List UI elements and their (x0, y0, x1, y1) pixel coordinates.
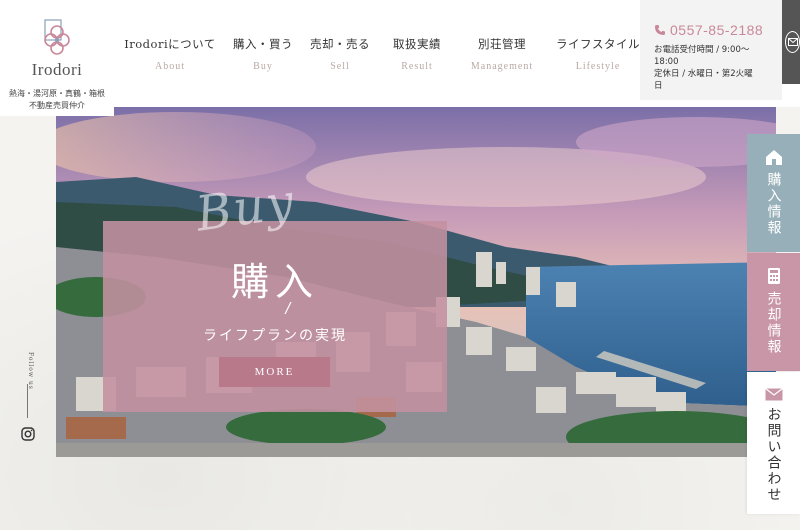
side-tab-contact[interactable]: お問い合わせ (747, 372, 800, 514)
nav-item-buy[interactable]: 購入・買う Buy (226, 36, 300, 76)
nav-label: 別荘管理 (478, 37, 526, 51)
business-hours: お電話受付時間 / 9:00〜 18:00 定休日 / 水曜日・第2火曜 日 (654, 44, 772, 92)
hero-title: 購入 (230, 260, 319, 304)
nav-sublabel: Buy (253, 61, 273, 72)
logo[interactable]: Irodori 熱海・湯河原・真鶴・箱根 不動産売買仲介 (0, 0, 114, 116)
phone-icon (655, 25, 665, 35)
hours-line: 18:00 (654, 57, 679, 67)
side-tab-sell-label: 売却情報 (765, 291, 782, 355)
header-mail-button[interactable] (782, 0, 800, 84)
nav-item-management[interactable]: 別荘管理 Management (454, 36, 550, 76)
side-tab-sell[interactable]: 売却情報 (747, 253, 800, 371)
logo-text: Irodori (31, 60, 83, 79)
follow-label: Follow us (27, 352, 34, 390)
nav-sublabel: Management (470, 61, 534, 72)
hero-card: 購入 ライフプランの実現 MORE (103, 221, 447, 412)
tagline-line2: 不動産売買仲介 (29, 101, 85, 110)
side-tab-buy-label: 購入情報 (765, 172, 782, 236)
nav-label: 売却・売る (310, 37, 370, 51)
nav-item-about[interactable]: Irodoriについて About (114, 36, 226, 76)
slash-divider (284, 301, 292, 315)
follow-divider (27, 384, 28, 418)
house-icon (765, 150, 782, 165)
logo-tagline: 熱海・湯河原・真鶴・箱根 不動産売買仲介 (9, 88, 105, 112)
nav-item-result[interactable]: 取扱実績 Result (380, 36, 454, 76)
global-nav: Irodoriについて About 購入・買う Buy 売却・売る Sell 取… (114, 36, 646, 76)
nav-sublabel: Sell (330, 61, 350, 72)
nav-sublabel: Result (401, 61, 433, 72)
more-button[interactable]: MORE (219, 357, 330, 387)
nav-item-lifestyle[interactable]: ライフスタイル Lifestyle (550, 36, 646, 76)
mail-icon (785, 31, 800, 53)
header-contact: 0557-85-2188 お電話受付時間 / 9:00〜 18:00 定休日 /… (640, 0, 782, 100)
hours-line: 日 (654, 81, 663, 91)
nav-label: 取扱実績 (393, 37, 441, 51)
nav-label: ライフスタイル (556, 37, 640, 51)
side-tab-contact-label: お問い合わせ (765, 407, 782, 503)
hours-line: お電話受付時間 / 9:00〜 (654, 45, 750, 55)
nav-sublabel: Lifestyle (575, 61, 621, 72)
logo-flower-icon (44, 19, 70, 55)
hero-subtitle: ライフプランの実現 (203, 328, 347, 344)
instagram-icon[interactable] (21, 427, 35, 441)
nav-label: 購入・買う (233, 37, 293, 51)
hours-line: 定休日 / 水曜日・第2火曜 (654, 69, 753, 79)
phone-row[interactable]: 0557-85-2188 (654, 22, 782, 38)
side-tab-buy[interactable]: 購入情報 (747, 134, 800, 252)
tagline-line1: 熱海・湯河原・真鶴・箱根 (9, 89, 105, 98)
site-header: Irodori 熱海・湯河原・真鶴・箱根 不動産売買仲介 Irodoriについて… (0, 0, 800, 116)
nav-item-sell[interactable]: 売却・売る Sell (300, 36, 380, 76)
mail-icon (764, 388, 783, 401)
nav-sublabel: About (155, 61, 185, 72)
phone-number: 0557-85-2188 (670, 22, 764, 38)
calculator-icon (767, 268, 780, 284)
nav-label: Irodoriについて (124, 37, 216, 51)
